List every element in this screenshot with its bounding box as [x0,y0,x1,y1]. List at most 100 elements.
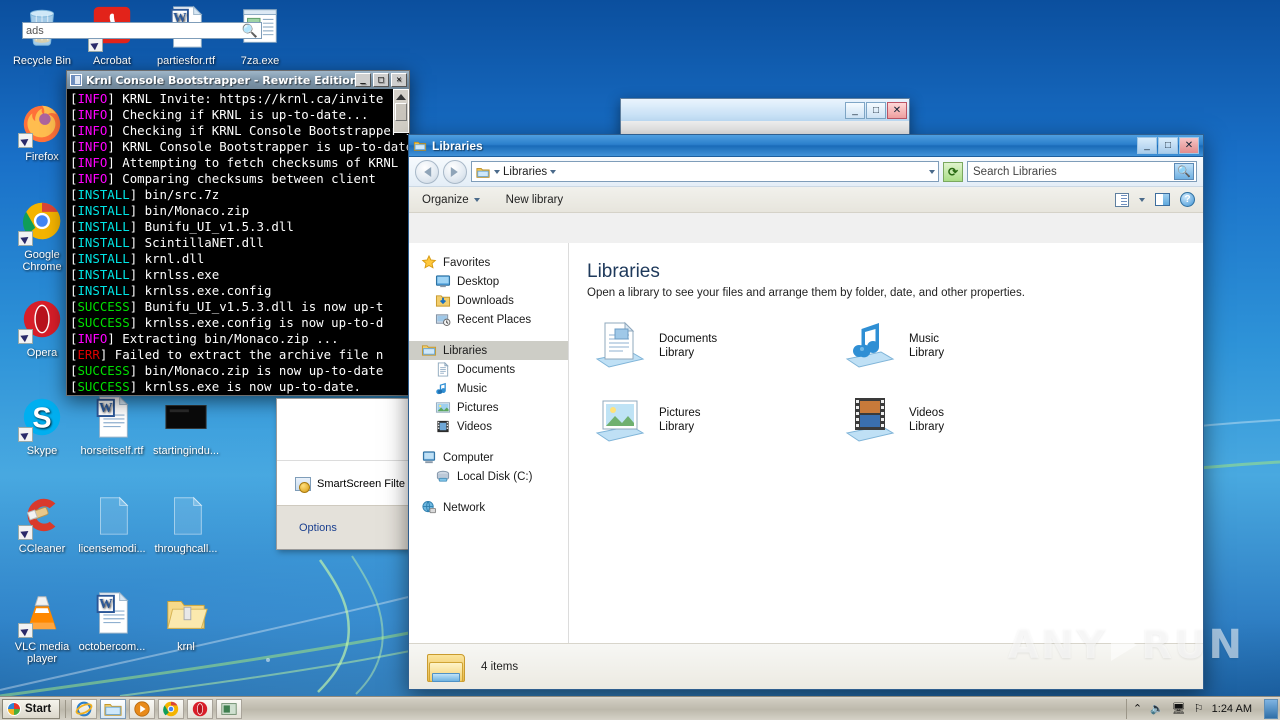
nav-item-network[interactable]: Network [409,498,568,517]
item-count-label: 4 items [481,660,519,673]
desktop-icon-licensemodi[interactable]: licensemodi... [76,492,148,555]
desktop-icon-horseitself-rtf[interactable]: Whorseitself.rtf [76,394,148,457]
library-item-type: Library [659,347,695,359]
address-crumb-chevron-down-icon[interactable] [550,169,557,174]
nav-item-pictures[interactable]: Pictures [409,398,568,417]
address-chevron-down-icon[interactable] [494,169,500,174]
clock[interactable]: 1:24 AM [1212,703,1252,715]
music-library-icon [843,321,895,371]
desktop-icon-throughcall[interactable]: throughcall... [150,492,222,555]
libraries-minimize-button[interactable]: _ [1137,137,1157,154]
new-library-button[interactable]: New library [501,191,569,209]
library-items-grid[interactable]: Documents Library Music Library Pictures Libr… [593,321,1203,445]
background-explorer-titlebar[interactable]: _ □ ✕ [621,99,909,121]
volume-icon[interactable]: 🔈 [1150,702,1164,715]
background-explorer-window-controls[interactable]: _ □ ✕ [845,101,909,119]
content-pane[interactable]: Libraries Open a library to see your fil… [569,243,1203,643]
nav-item-documents[interactable]: Documents [409,360,568,379]
desktop-icon-krnl[interactable]: krnl [150,590,222,653]
command-bar-right-group[interactable]: ? [1115,192,1195,207]
show-desktop-button[interactable] [1264,698,1278,719]
ccleaner-icon [18,492,66,540]
libraries-command-bar[interactable]: Organize New library ? [409,187,1203,213]
nav-item-music[interactable]: Music [409,379,568,398]
smartscreen-filter-menu-item[interactable]: SmartScreen Filte [277,461,409,507]
desktop-icon-startingindu[interactable]: startingindu... [150,394,222,457]
nav-item-desktop[interactable]: Desktop [409,272,568,291]
desktop-icon-skype[interactable]: S Skype [6,394,78,457]
taskbar-buttons[interactable] [71,698,243,719]
navigation-pane[interactable]: Favorites Desktop Downloads Recent Places Li… [409,243,569,643]
organize-button[interactable]: Organize [417,191,485,209]
console-titlebar[interactable]: Krnl Console Bootstrapper - Rewrite Edit… [67,71,409,89]
libraries-window-controls[interactable]: _ □ ✕ [1137,137,1201,154]
search-magnifier-icon[interactable]: 🔍 [1174,163,1194,180]
system-tray[interactable]: ⌃ 🔈 🖥 ⚐ 1:24 AM [1125,698,1258,719]
desktop-icon-vlc-media-player[interactable]: VLC media player [6,590,78,665]
library-item-videos[interactable]: Videos Library [843,395,1093,445]
smartscreen-options-item[interactable]: Options [277,505,409,549]
taskbar[interactable]: Start ⌃ 🔈 🖥 ⚐ 1:24 AM [0,696,1280,720]
search-input[interactable]: Search Libraries 🔍 [967,161,1197,182]
desktop-icon-octobercom[interactable]: Woctobercom... [76,590,148,653]
desktop-icon-ccleaner[interactable]: CCleaner [6,492,78,555]
nav-item-recent-places[interactable]: Recent Places [409,310,568,329]
taskbar-button-internet-explorer[interactable] [71,698,98,719]
address-history-dropdown-icon[interactable] [929,169,935,174]
console-line-tag: INFO [77,331,108,346]
libraries-explorer-window[interactable]: Libraries _ □ ✕ Libraries ⟳ Search Libra… [408,134,1204,690]
nav-item-local-disk-c[interactable]: Local Disk (C:) [409,467,568,486]
forward-button[interactable] [443,159,467,184]
change-view-chevron-down-icon[interactable] [1139,197,1145,202]
console-line-tag: INSTALL [77,219,130,234]
bg-close-button[interactable]: ✕ [887,101,907,119]
scrollbar-thumb[interactable] [395,103,407,121]
address-bar[interactable]: Libraries [471,161,939,182]
bg-search-magnifier-icon[interactable]: 🔍 [242,23,258,39]
taskbar-button-opera[interactable] [187,698,214,719]
libraries-maximize-button[interactable]: □ [1158,137,1178,154]
nav-item-computer[interactable]: Computer [409,448,568,467]
library-item-pictures[interactable]: Pictures Library [593,395,843,445]
bg-maximize-button[interactable]: □ [866,101,886,119]
krnl-console-window[interactable]: Krnl Console Bootstrapper - Rewrite Edit… [66,70,410,396]
library-item-music[interactable]: Music Library [843,321,1093,371]
taskbar-button-windows-media-player[interactable] [129,698,156,719]
background-explorer-search-input[interactable]: ads 🔍 [22,22,262,39]
library-item-documents[interactable]: Documents Library [593,321,843,371]
nav-item-favorites[interactable]: Favorites [409,253,568,272]
vlc-media-player-icon [18,590,66,638]
taskbar-button-windows-explorer[interactable] [100,698,127,719]
console-maximize-button[interactable]: □ [373,73,389,87]
smartscreen-menu[interactable]: SmartScreen Filte Options [276,398,410,550]
console-close-button[interactable]: ✕ [391,73,407,87]
console-minimize-button[interactable]: _ [355,73,371,87]
console-line-tag: INFO [77,91,108,106]
scroll-up-arrow-icon[interactable] [396,94,406,100]
console-output[interactable]: [INFO] KRNL Invite: https://krnl.ca/invi… [67,89,409,395]
nav-item-downloads[interactable]: Downloads [409,291,568,310]
refresh-button[interactable]: ⟳ [943,161,963,182]
action-center-flag-icon[interactable]: ⚐ [1194,702,1204,715]
libraries-titlebar[interactable]: Libraries _ □ ✕ [409,135,1203,157]
organize-chevron-down-icon[interactable] [473,197,480,202]
console-window-controls[interactable]: _ □ ✕ [355,73,407,87]
network-icon[interactable]: 🖥 [1172,702,1186,715]
back-button[interactable] [415,159,439,184]
console-scrollbar[interactable] [393,89,409,133]
show-hidden-icons-button[interactable]: ⌃ [1133,702,1142,715]
nav-item-videos[interactable]: Videos [409,417,568,436]
change-view-icon[interactable] [1115,192,1129,207]
help-icon[interactable]: ? [1180,192,1195,207]
start-button[interactable]: Start [2,698,61,719]
libraries-navigation-bar[interactable]: Libraries ⟳ Search Libraries 🔍 [409,157,1203,187]
console-line-text: ScintillaNET.dll [144,235,264,250]
taskbar-button-console-app[interactable] [216,698,243,719]
background-explorer-window[interactable]: _ □ ✕ [620,98,910,138]
address-crumb-libraries[interactable]: Libraries [503,166,547,178]
preview-pane-icon[interactable] [1155,193,1170,206]
taskbar-button-google-chrome[interactable] [158,698,185,719]
nav-item-libraries[interactable]: Libraries [409,341,568,360]
bg-minimize-button[interactable]: _ [845,101,865,119]
libraries-close-button[interactable]: ✕ [1179,137,1199,154]
